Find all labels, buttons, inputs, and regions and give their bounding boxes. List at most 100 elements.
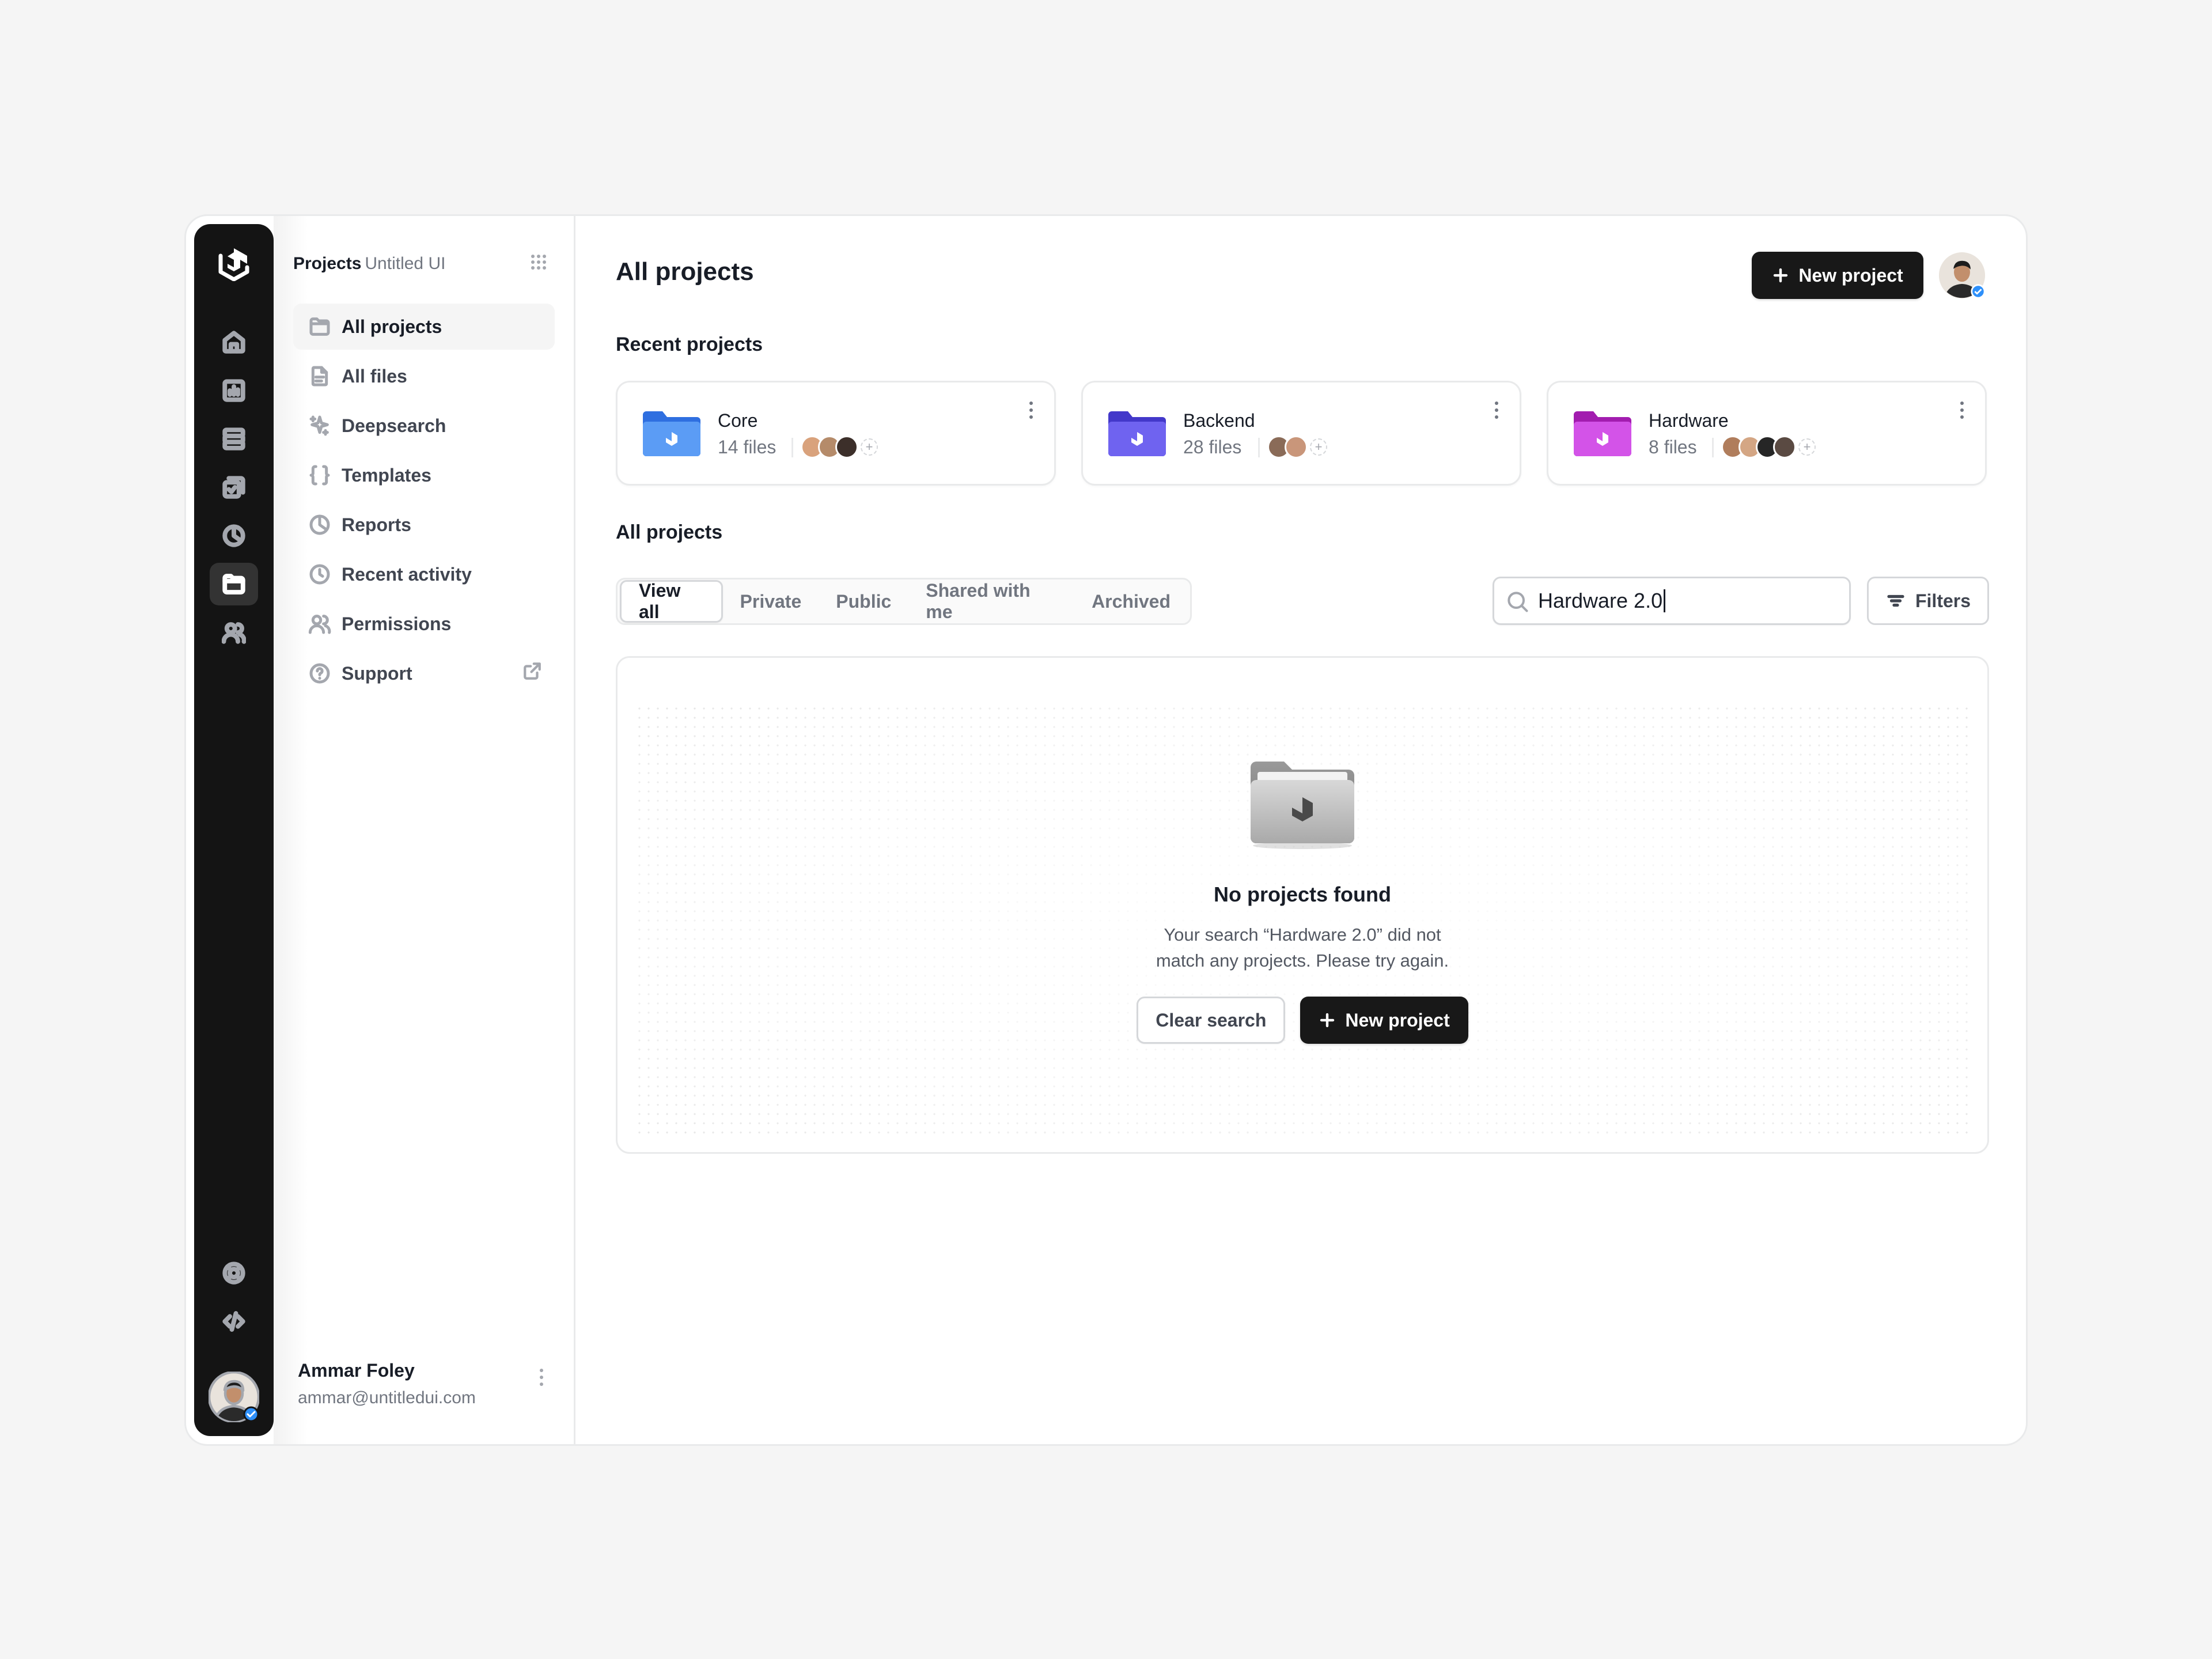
logo-icon[interactable] — [214, 244, 254, 284]
project-name: Backend — [1183, 410, 1255, 431]
help-circle-icon — [307, 661, 332, 686]
more-vertical-icon[interactable] — [1493, 400, 1500, 421]
tab-archived[interactable]: Archived — [1074, 580, 1188, 623]
home-icon[interactable] — [210, 321, 258, 363]
tab-shared-with-me[interactable]: Shared with me — [908, 580, 1074, 623]
all-projects-title: All projects — [616, 521, 723, 543]
sidebar-nav: All projects All files Deepsearch Templa… — [293, 304, 555, 700]
user-email: ammar@untitledui.com — [298, 1388, 476, 1407]
braces-icon — [307, 463, 332, 488]
sidebar-item-deepsearch[interactable]: Deepsearch — [293, 403, 555, 449]
folder-icon — [1108, 411, 1166, 456]
avatar[interactable] — [1938, 252, 1986, 299]
divider — [791, 438, 793, 457]
sidebar-item-label: All files — [342, 365, 407, 387]
page-title: All projects — [616, 257, 754, 286]
sidebar-item-label: Reports — [342, 514, 411, 535]
plus-icon — [1320, 1013, 1335, 1028]
sparkles-icon — [307, 413, 332, 438]
project-card-hardware[interactable]: Hardware 8 files + — [1547, 381, 1987, 486]
bar-chart-icon[interactable] — [210, 369, 258, 412]
life-buoy-icon[interactable] — [210, 1252, 258, 1294]
more-vertical-icon[interactable] — [537, 1366, 546, 1389]
folder-icon — [307, 314, 332, 339]
more-vertical-icon[interactable] — [1028, 400, 1035, 421]
folder-icon — [643, 411, 700, 456]
workspace-name: Untitled UI — [365, 254, 446, 273]
avatar — [1773, 435, 1796, 459]
tab-view-all[interactable]: View all — [620, 580, 723, 623]
tab-public[interactable]: Public — [819, 580, 908, 623]
sidebar-item-support[interactable]: Support — [293, 650, 555, 696]
project-card-backend[interactable]: Backend 28 files + — [1081, 381, 1521, 486]
secondary-sidebar: Projects Untitled UI All projects All fil… — [274, 216, 575, 1444]
file-icon — [307, 363, 332, 389]
empty-description: Your search “Hardware 2.0” did not match… — [1156, 925, 1449, 971]
empty-new-project-button[interactable]: New project — [1300, 997, 1468, 1044]
filters-label: Filters — [1915, 590, 1971, 611]
sidebar-item-all-projects[interactable]: All projects — [293, 304, 555, 350]
sidebar-item-label: Templates — [342, 464, 431, 486]
file-count: 14 files — [718, 437, 777, 457]
clock-icon — [307, 562, 332, 587]
more-vertical-icon[interactable] — [1959, 400, 1965, 421]
divider — [1258, 438, 1260, 457]
project-name: Core — [718, 410, 758, 431]
empty-state: No projects found Your search “Hardware … — [616, 656, 1989, 1154]
user-profile[interactable]: Ammar Foley ammar@untitledui.com — [298, 1360, 476, 1408]
filter-lines-icon — [1887, 594, 1904, 607]
users-icon — [307, 611, 332, 637]
code-icon[interactable] — [210, 1300, 258, 1343]
avatar[interactable] — [207, 1370, 260, 1423]
app-window: Projects Untitled UI All projects All fil… — [184, 214, 2028, 1446]
empty-title: No projects found — [1214, 882, 1391, 906]
pie-chart-icon — [307, 512, 332, 537]
new-project-label: New project — [1345, 1009, 1450, 1031]
sidebar-item-templates[interactable]: Templates — [293, 452, 555, 498]
sidebar-item-permissions[interactable]: Permissions — [293, 601, 555, 647]
add-member-icon[interactable]: + — [1310, 438, 1327, 456]
avatar — [835, 435, 858, 459]
search-value: Hardware 2.0 — [1538, 589, 1663, 612]
search-icon — [1508, 592, 1528, 612]
sidebar-item-all-files[interactable]: All files — [293, 353, 555, 399]
pie-chart-icon[interactable] — [210, 514, 258, 557]
layers-icon[interactable] — [210, 418, 258, 460]
recent-projects-title: Recent projects — [616, 334, 763, 355]
sidebar-item-label: Permissions — [342, 613, 452, 634]
avatar-group: + — [801, 435, 878, 459]
add-member-icon[interactable]: + — [1798, 438, 1816, 456]
filters-button[interactable]: Filters — [1867, 577, 1989, 625]
empty-folder-icon — [1251, 762, 1354, 849]
search-input[interactable]: Hardware 2.0 — [1493, 577, 1851, 625]
filter-tabs: View all Private Public Shared with me A… — [616, 578, 1192, 625]
project-card-core[interactable]: Core 14 files + — [616, 381, 1056, 486]
grid-icon[interactable] — [527, 251, 550, 274]
sidebar-item-label: Deepsearch — [342, 415, 446, 436]
users-icon[interactable] — [210, 611, 258, 654]
sidebar-item-label: Support — [342, 662, 412, 684]
add-member-icon[interactable]: + — [861, 438, 878, 456]
folder-icon — [1574, 411, 1631, 456]
text-caret — [1664, 589, 1666, 612]
sidebar-section-title: Projects — [293, 254, 362, 273]
sidebar-item-recent-activity[interactable]: Recent activity — [293, 551, 555, 597]
avatar-group: + — [1267, 435, 1327, 459]
check-square-icon[interactable] — [210, 466, 258, 509]
sidebar-item-label: Recent activity — [342, 563, 472, 585]
new-project-button[interactable]: New project — [1752, 252, 1923, 299]
sidebar-item-reports[interactable]: Reports — [293, 502, 555, 548]
sidebar-item-label: All projects — [342, 316, 442, 337]
clear-search-button[interactable]: Clear search — [1137, 997, 1286, 1044]
external-link-icon — [522, 661, 542, 685]
project-name: Hardware — [1649, 410, 1729, 431]
icon-rail — [194, 224, 274, 1436]
folder-icon[interactable] — [210, 563, 258, 605]
file-count: 28 files — [1183, 437, 1242, 457]
main-content: All projects New project Recent projects — [575, 216, 2026, 1444]
divider — [1712, 438, 1714, 457]
sidebar-header: Projects Untitled UI — [293, 254, 445, 274]
tab-private[interactable]: Private — [723, 580, 819, 623]
empty-actions: Clear search New project — [618, 997, 1987, 1044]
plus-icon — [1774, 268, 1788, 283]
